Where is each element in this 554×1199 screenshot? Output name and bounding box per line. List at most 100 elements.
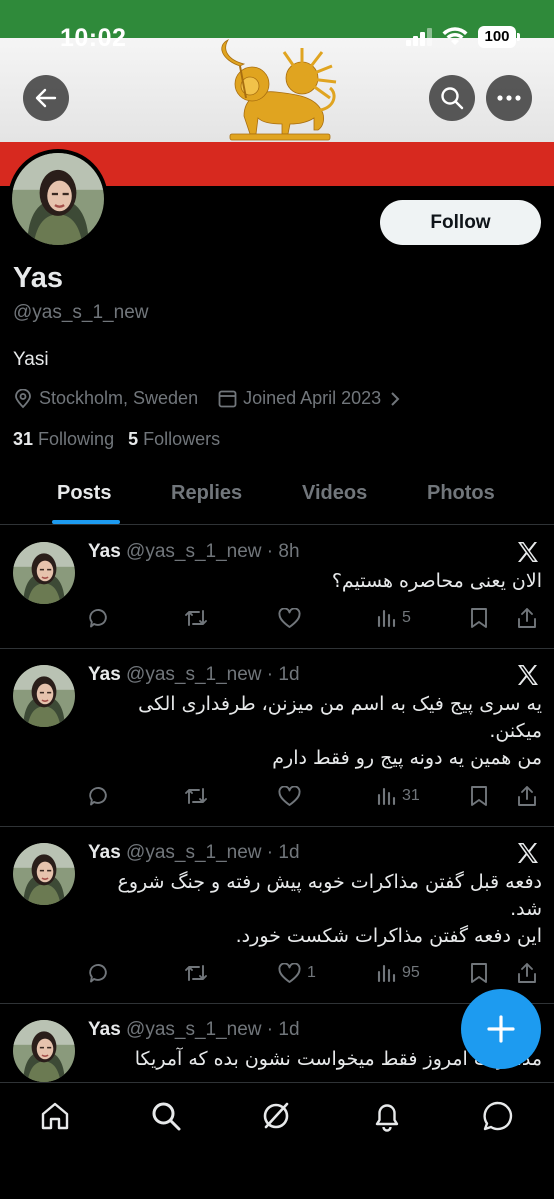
followers-link[interactable]: 5 Followers bbox=[128, 429, 220, 449]
location-text: Stockholm, Sweden bbox=[39, 388, 199, 408]
post-header: Yas @yas_s_1_new · 1d bbox=[88, 1019, 300, 1040]
like-count: 1 bbox=[307, 964, 316, 981]
like-button[interactable] bbox=[278, 783, 307, 809]
profile-location: Stockholm, Sweden bbox=[13, 388, 198, 409]
reply-button[interactable] bbox=[88, 960, 116, 986]
post-author-name: Yas bbox=[88, 664, 121, 685]
x-logo-icon bbox=[518, 542, 538, 562]
post-avatar[interactable] bbox=[13, 542, 75, 604]
reply-button[interactable] bbox=[88, 605, 116, 631]
following-link[interactable]: 31 Following bbox=[13, 429, 114, 449]
post-time: 8h bbox=[278, 541, 300, 562]
post-author-handle: @yas_s_1_new bbox=[126, 664, 262, 685]
post-item[interactable]: Yas @yas_s_1_new · 1d یه سری پیج فیک به … bbox=[0, 649, 554, 827]
wifi-icon bbox=[442, 27, 468, 45]
search-button[interactable] bbox=[429, 75, 475, 121]
post-item[interactable]: Yas @yas_s_1_new · 8h الان یعنی محاصره ه… bbox=[0, 526, 554, 649]
views-count: 5 bbox=[402, 609, 411, 626]
grok-icon[interactable] bbox=[260, 1100, 292, 1132]
tab-posts[interactable]: Posts bbox=[57, 482, 111, 505]
avatar-image bbox=[12, 153, 104, 245]
following-count: 31 bbox=[13, 429, 34, 449]
repost-button[interactable] bbox=[184, 783, 214, 809]
status-time: 10:02 bbox=[60, 24, 127, 52]
x-logo-icon bbox=[518, 843, 538, 863]
post-text-line: الان یعنی محاصره هستیم؟ bbox=[331, 570, 542, 592]
post-text-line: یه سری پیج فیک به اسم من میزنن، طرفداری … bbox=[138, 693, 542, 715]
profile-avatar[interactable] bbox=[8, 149, 108, 249]
bookmark-icon bbox=[471, 608, 487, 628]
bookmark-icon bbox=[471, 963, 487, 983]
like-button[interactable]: 1 bbox=[278, 960, 316, 986]
compose-post-button[interactable] bbox=[461, 989, 541, 1069]
share-button[interactable] bbox=[516, 783, 544, 809]
views-button[interactable]: 5 bbox=[376, 605, 411, 631]
post-item[interactable]: Yas @yas_s_1_new · 1d دفعه قبل گفتن مذاک… bbox=[0, 827, 554, 1004]
follow-button[interactable]: Follow bbox=[380, 200, 541, 245]
post-time: 1d bbox=[278, 1019, 300, 1040]
tab-photos[interactable]: Photos bbox=[427, 482, 495, 505]
reply-icon bbox=[89, 964, 107, 983]
search-icon[interactable] bbox=[150, 1100, 182, 1132]
heart-icon bbox=[278, 607, 301, 628]
views-button[interactable]: 31 bbox=[376, 783, 420, 809]
post-avatar[interactable] bbox=[13, 665, 75, 727]
post-author-handle: @yas_s_1_new bbox=[126, 842, 262, 863]
post-author-handle: @yas_s_1_new bbox=[126, 541, 262, 562]
post-text: دفعه قبل گفتن مذاکرات خوبه پیش رفته و جن… bbox=[88, 869, 542, 950]
more-dots-icon bbox=[497, 95, 521, 101]
post-actions: 5 bbox=[88, 605, 540, 631]
cellular-signal-icon bbox=[406, 28, 432, 46]
views-chart-icon bbox=[377, 964, 396, 983]
post-author-name: Yas bbox=[88, 1019, 121, 1040]
repost-button[interactable] bbox=[184, 605, 214, 631]
tab-replies[interactable]: Replies bbox=[171, 482, 242, 505]
profile-tabs: Posts Replies Videos Photos bbox=[0, 470, 554, 525]
active-tab-indicator bbox=[52, 520, 120, 524]
bookmark-button[interactable] bbox=[470, 605, 494, 631]
repost-icon bbox=[185, 788, 207, 804]
status-bar: 10:02 100 bbox=[0, 0, 554, 76]
plus-icon bbox=[487, 1015, 515, 1043]
post-header: Yas @yas_s_1_new · 1d bbox=[88, 842, 300, 863]
reply-icon bbox=[89, 609, 107, 628]
views-chart-icon bbox=[377, 609, 396, 628]
followers-count: 5 bbox=[128, 429, 139, 449]
followers-label: Followers bbox=[143, 429, 221, 449]
home-icon[interactable] bbox=[39, 1100, 71, 1132]
views-count: 95 bbox=[402, 964, 420, 981]
post-text-line: این دفعه گفتن مذاکرات شکست خورد. bbox=[235, 925, 542, 947]
repost-button[interactable] bbox=[184, 960, 214, 986]
post-text-line: شد. bbox=[510, 898, 542, 920]
tab-videos[interactable]: Videos bbox=[302, 482, 367, 505]
bookmark-button[interactable] bbox=[470, 960, 494, 986]
battery-indicator: 100 bbox=[478, 26, 520, 48]
post-avatar[interactable] bbox=[13, 1020, 75, 1082]
post-author-name: Yas bbox=[88, 541, 121, 562]
post-actions: 31 bbox=[88, 783, 540, 809]
post-header: Yas @yas_s_1_new · 1d bbox=[88, 664, 300, 685]
messages-icon[interactable] bbox=[482, 1100, 514, 1132]
views-button[interactable]: 95 bbox=[376, 960, 420, 986]
share-button[interactable] bbox=[516, 960, 544, 986]
back-button[interactable] bbox=[23, 75, 69, 121]
share-button[interactable] bbox=[516, 605, 544, 631]
reply-button[interactable] bbox=[88, 783, 116, 809]
bookmark-button[interactable] bbox=[470, 783, 494, 809]
post-time: 1d bbox=[278, 664, 300, 685]
bookmark-icon bbox=[471, 786, 487, 806]
like-button[interactable] bbox=[278, 605, 307, 631]
profile-handle: @yas_s_1_new bbox=[13, 302, 149, 323]
post-text-line: دفعه قبل گفتن مذاکرات خوبه پیش رفته و جن… bbox=[117, 871, 542, 893]
x-logo-icon bbox=[518, 665, 538, 685]
post-text-line: میکنن. bbox=[489, 720, 542, 742]
share-icon bbox=[518, 786, 536, 806]
profile-joined[interactable]: Joined April 2023 bbox=[218, 388, 407, 409]
views-count: 31 bbox=[402, 787, 420, 804]
profile-meta: Stockholm, Sweden Joined April 2023 bbox=[13, 388, 427, 409]
post-author-handle: @yas_s_1_new bbox=[126, 1019, 262, 1040]
heart-icon bbox=[278, 962, 301, 983]
more-options-button[interactable] bbox=[486, 75, 532, 121]
notifications-icon[interactable] bbox=[371, 1100, 403, 1132]
post-avatar[interactable] bbox=[13, 843, 75, 905]
